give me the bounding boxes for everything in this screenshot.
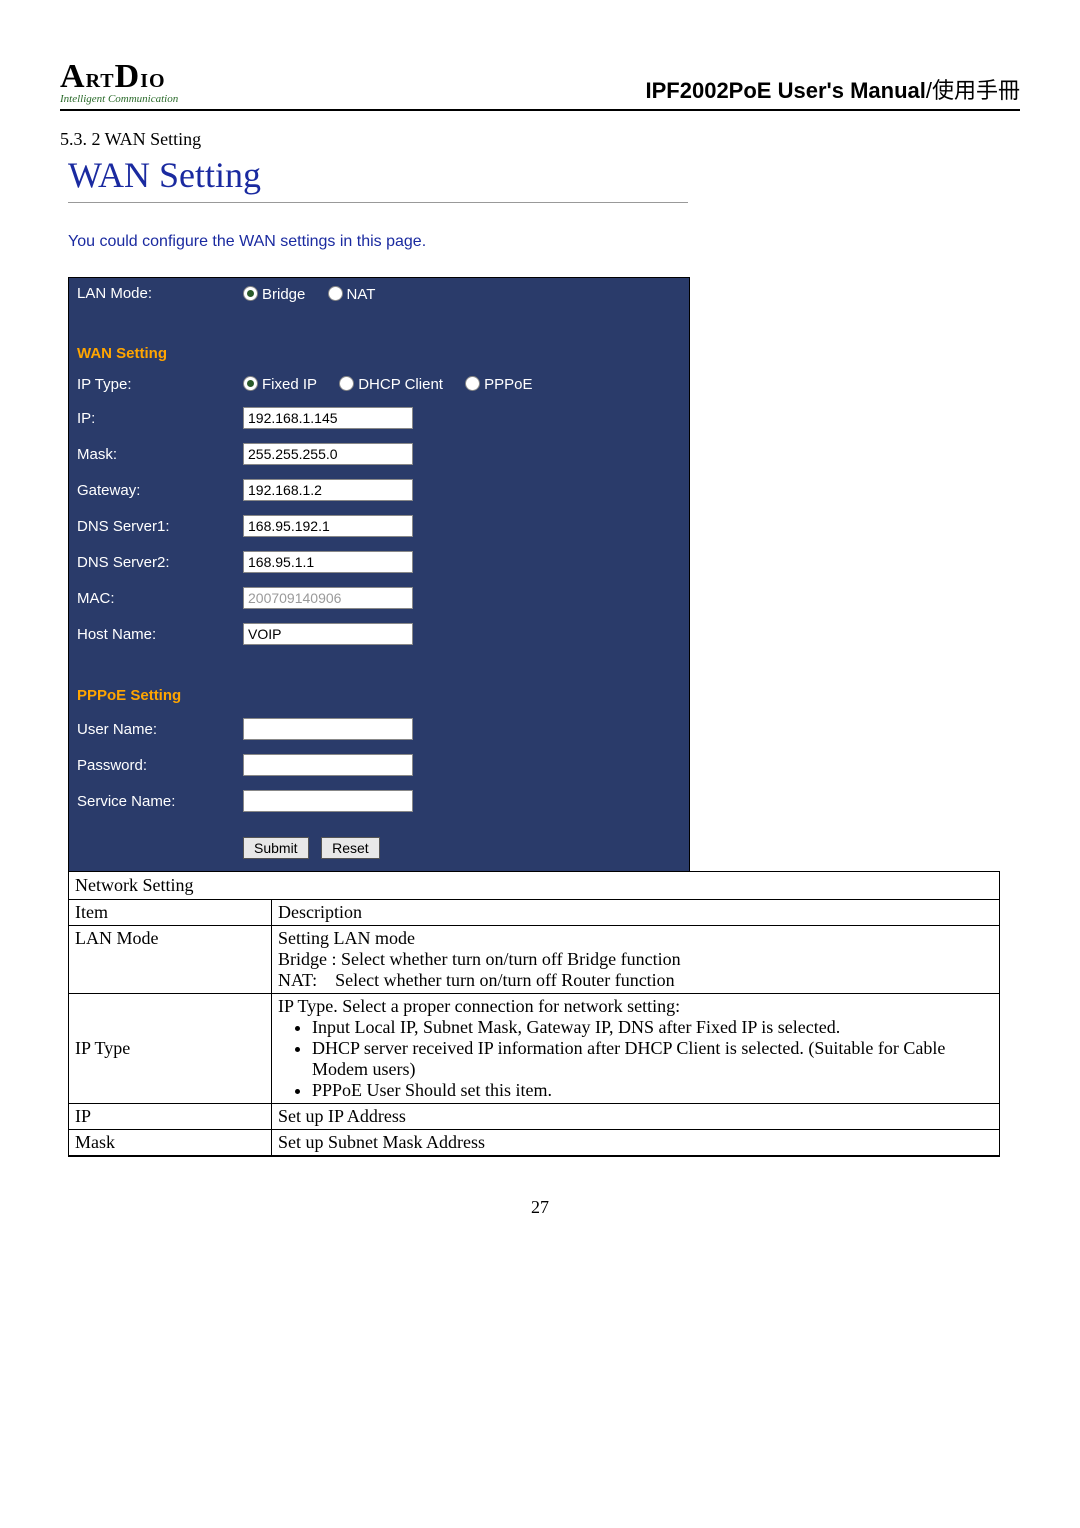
- ip-type-fixed-label: Fixed IP: [262, 376, 317, 393]
- user-name-input[interactable]: [243, 718, 413, 740]
- mac-input[interactable]: [243, 587, 413, 609]
- submit-button[interactable]: Submit: [243, 837, 309, 859]
- desc-item: Mask: [69, 1130, 272, 1156]
- logo-text: ArtDio: [60, 60, 178, 94]
- desc-header-item: Item: [69, 900, 272, 926]
- host-name-input[interactable]: [243, 623, 413, 645]
- lan-mode-nat-label: NAT: [347, 286, 376, 303]
- document-title-tail: /使用手冊: [926, 78, 1020, 103]
- lan-mode-nat-radio[interactable]: [328, 286, 343, 301]
- mask-input[interactable]: [243, 443, 413, 465]
- section-number: 5.3. 2 WAN Setting: [60, 129, 1020, 150]
- reset-button[interactable]: Reset: [321, 837, 380, 859]
- description-table-caption: Network Setting: [69, 871, 999, 899]
- lan-mode-bridge-label: Bridge: [262, 286, 305, 303]
- desc-line: Bridge : Select whether turn on/turn off…: [278, 949, 993, 970]
- description-table: Network Setting Item Description LAN Mod…: [68, 871, 1000, 1157]
- section-heading: WAN Setting: [68, 154, 1020, 196]
- desc-text: Setting LAN mode Bridge : Select whether…: [272, 926, 1000, 994]
- wan-setting-heading: WAN Setting: [69, 338, 689, 369]
- desc-line: IP Type. Select a proper connection for …: [278, 996, 993, 1017]
- table-row: IP Set up IP Address: [69, 1104, 999, 1130]
- desc-bullet: DHCP server received IP information afte…: [312, 1038, 993, 1080]
- document-title: IPF2002PoE User's Manual/使用手冊: [646, 73, 1020, 105]
- dns2-input[interactable]: [243, 551, 413, 573]
- desc-bullet: Input Local IP, Subnet Mask, Gateway IP,…: [312, 1017, 993, 1038]
- lan-mode-label: LAN Mode:: [69, 278, 235, 310]
- logo: ArtDio Intelligent Communication: [60, 60, 178, 105]
- page-header: ArtDio Intelligent Communication IPF2002…: [60, 60, 1020, 111]
- desc-text: IP Type. Select a proper connection for …: [272, 994, 1000, 1104]
- password-label: Password:: [69, 747, 235, 783]
- ip-type-pppoe-radio[interactable]: [465, 376, 480, 391]
- service-name-label: Service Name:: [69, 783, 235, 819]
- ip-type-label: IP Type:: [69, 369, 235, 401]
- table-row: LAN Mode Setting LAN mode Bridge : Selec…: [69, 926, 999, 994]
- dns2-label: DNS Server2:: [69, 544, 235, 580]
- section-intro: You could configure the WAN settings in …: [68, 233, 1020, 251]
- host-name-label: Host Name:: [69, 616, 235, 652]
- ip-type-dhcp-label: DHCP Client: [358, 376, 443, 393]
- ip-input[interactable]: [243, 407, 413, 429]
- desc-line: NAT: Select whether turn on/turn off Rou…: [278, 970, 993, 991]
- desc-item: IP Type: [69, 994, 272, 1104]
- logo-subtitle: Intelligent Communication: [60, 94, 178, 105]
- gateway-label: Gateway:: [69, 472, 235, 508]
- page-number: 27: [60, 1197, 1020, 1218]
- password-input[interactable]: [243, 754, 413, 776]
- wan-setting-form: LAN Mode: Bridge NAT WAN Setting IP Type…: [68, 277, 690, 871]
- desc-text: Set up Subnet Mask Address: [272, 1130, 1000, 1156]
- lan-mode-bridge-radio[interactable]: [243, 286, 258, 301]
- table-row: Mask Set up Subnet Mask Address: [69, 1130, 999, 1156]
- desc-header-description: Description: [272, 900, 1000, 926]
- ip-label: IP:: [69, 400, 235, 436]
- mac-label: MAC:: [69, 580, 235, 616]
- dns1-label: DNS Server1:: [69, 508, 235, 544]
- ip-type-dhcp-radio[interactable]: [339, 376, 354, 391]
- ip-type-fixed-radio[interactable]: [243, 376, 258, 391]
- user-name-label: User Name:: [69, 711, 235, 747]
- mask-label: Mask:: [69, 436, 235, 472]
- desc-bullet: PPPoE User Should set this item.: [312, 1080, 993, 1101]
- desc-line: Setting LAN mode: [278, 928, 993, 949]
- heading-rule: [68, 202, 688, 203]
- document-title-bold: IPF2002PoE User's Manual: [646, 78, 926, 103]
- dns1-input[interactable]: [243, 515, 413, 537]
- gateway-input[interactable]: [243, 479, 413, 501]
- desc-item: IP: [69, 1104, 272, 1130]
- desc-text: Set up IP Address: [272, 1104, 1000, 1130]
- ip-type-pppoe-label: PPPoE: [484, 376, 532, 393]
- pppoe-heading: PPPoE Setting: [69, 680, 689, 711]
- desc-item: LAN Mode: [69, 926, 272, 994]
- service-name-input[interactable]: [243, 790, 413, 812]
- table-row: IP Type IP Type. Select a proper connect…: [69, 994, 999, 1104]
